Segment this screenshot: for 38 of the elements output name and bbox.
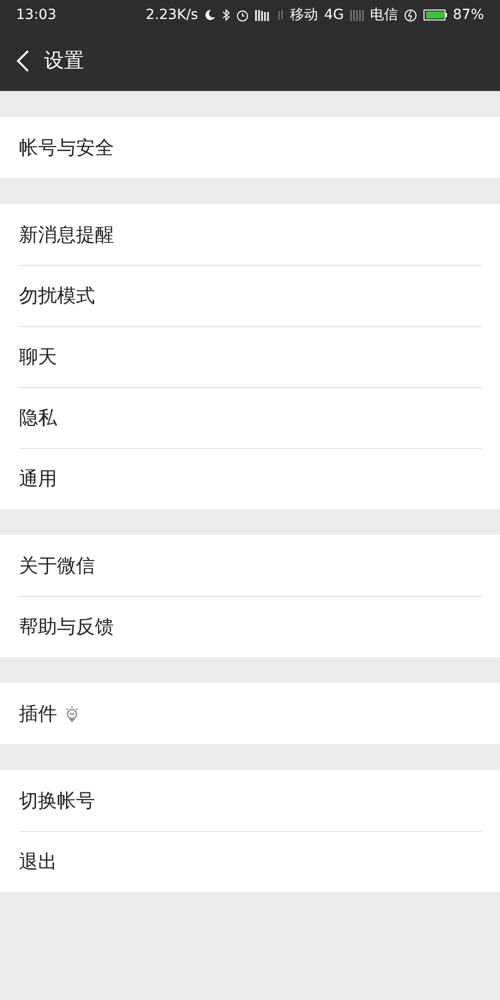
item-label: 通用 <box>19 467 57 492</box>
item-label: 勿扰模式 <box>19 284 95 309</box>
settings-item[interactable]: 通用 <box>19 448 482 509</box>
settings-item[interactable]: 隐私 <box>19 387 482 448</box>
signal-icon <box>350 9 364 21</box>
status-time: 13:03 <box>16 7 56 23</box>
network-speed: 2.23K/s <box>146 7 198 23</box>
charging-icon <box>404 8 417 22</box>
lightbulb-icon <box>65 704 79 722</box>
settings-item[interactable]: 新消息提醒 <box>19 204 482 265</box>
item-label: 聊天 <box>19 345 57 370</box>
item-label: 退出 <box>19 850 57 875</box>
alarm-icon <box>236 8 250 22</box>
settings-item[interactable]: 帐号与安全 <box>19 117 482 178</box>
back-button[interactable] <box>16 48 30 72</box>
item-label: 关于微信 <box>19 554 95 578</box>
battery-icon <box>422 9 447 21</box>
settings-item[interactable]: 勿扰模式 <box>19 265 482 326</box>
battery-percent: 87% <box>452 7 484 23</box>
carrier-name: 电信 <box>370 6 398 24</box>
item-label: 切换帐号 <box>19 788 95 814</box>
moon-icon <box>204 9 216 21</box>
settings-item[interactable]: 帮助与反馈 <box>19 596 482 657</box>
page-title: 设置 <box>44 47 84 74</box>
item-label: 帐号与安全 <box>19 136 114 160</box>
item-label: 插件 <box>19 702 57 726</box>
item-label: 新消息提醒 <box>19 222 114 248</box>
item-label: 隐私 <box>19 406 57 431</box>
settings-item[interactable]: 聊天 <box>19 326 482 387</box>
network-type: 4G <box>324 7 344 23</box>
settings-item[interactable]: 退出 <box>19 831 482 892</box>
carrier-name: 移动 <box>290 6 318 24</box>
settings-item[interactable]: 关于微信 <box>19 535 482 596</box>
settings-item[interactable]: 插件 <box>19 683 482 744</box>
settings-item[interactable]: 切换帐号 <box>19 770 482 831</box>
item-label: 帮助与反馈 <box>19 615 114 640</box>
bluetooth-icon <box>222 9 230 21</box>
signal-icon <box>255 9 272 21</box>
